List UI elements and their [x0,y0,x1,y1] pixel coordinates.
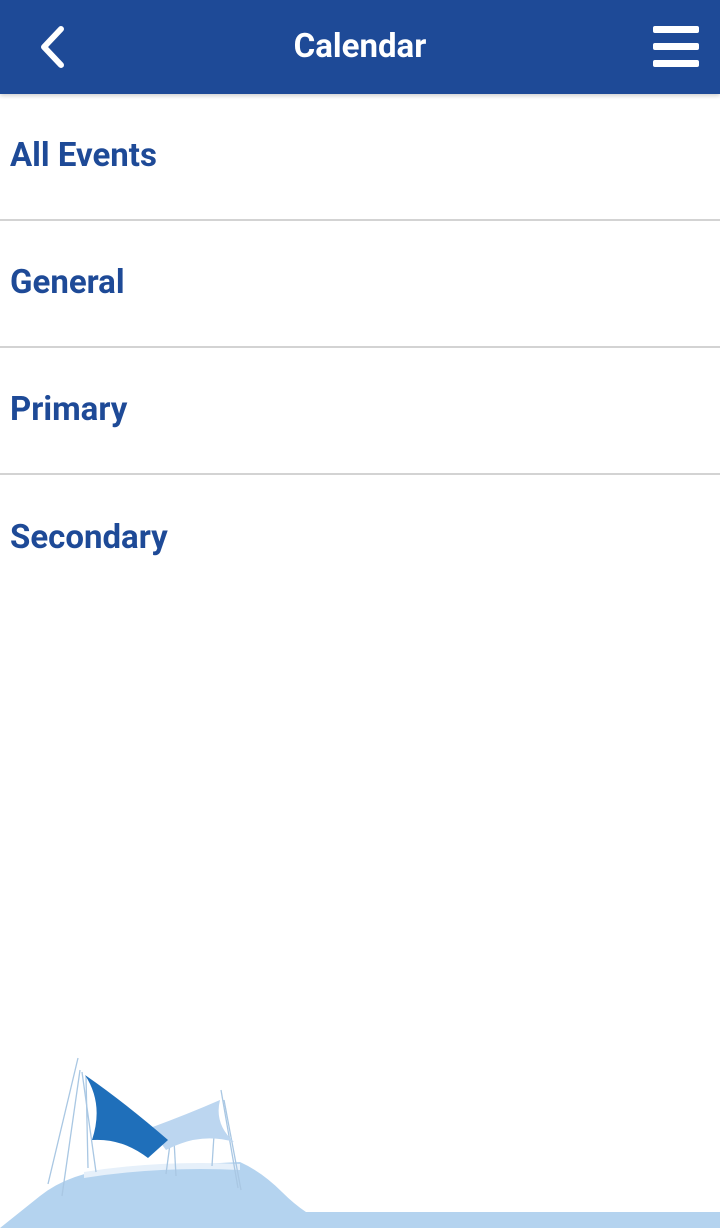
hamburger-menu-icon [653,26,699,67]
list-item-label: Primary [10,390,128,429]
page-title: Calendar [293,27,427,66]
list-item-general[interactable]: General [0,221,720,348]
app-bar: Calendar [0,0,720,94]
list-item-label: General [10,263,125,302]
list-item-all-events[interactable]: All Events [0,94,720,221]
calendar-list: All Events General Primary Secondary [0,94,720,602]
chevron-left-icon [41,26,64,68]
list-item-primary[interactable]: Primary [0,348,720,475]
back-button[interactable] [20,15,84,79]
list-item-secondary[interactable]: Secondary [0,475,720,602]
list-item-label: All Events [10,136,157,175]
menu-button[interactable] [644,15,708,79]
list-item-label: Secondary [10,518,168,557]
shade-sail-tent-illustration [0,1057,720,1228]
